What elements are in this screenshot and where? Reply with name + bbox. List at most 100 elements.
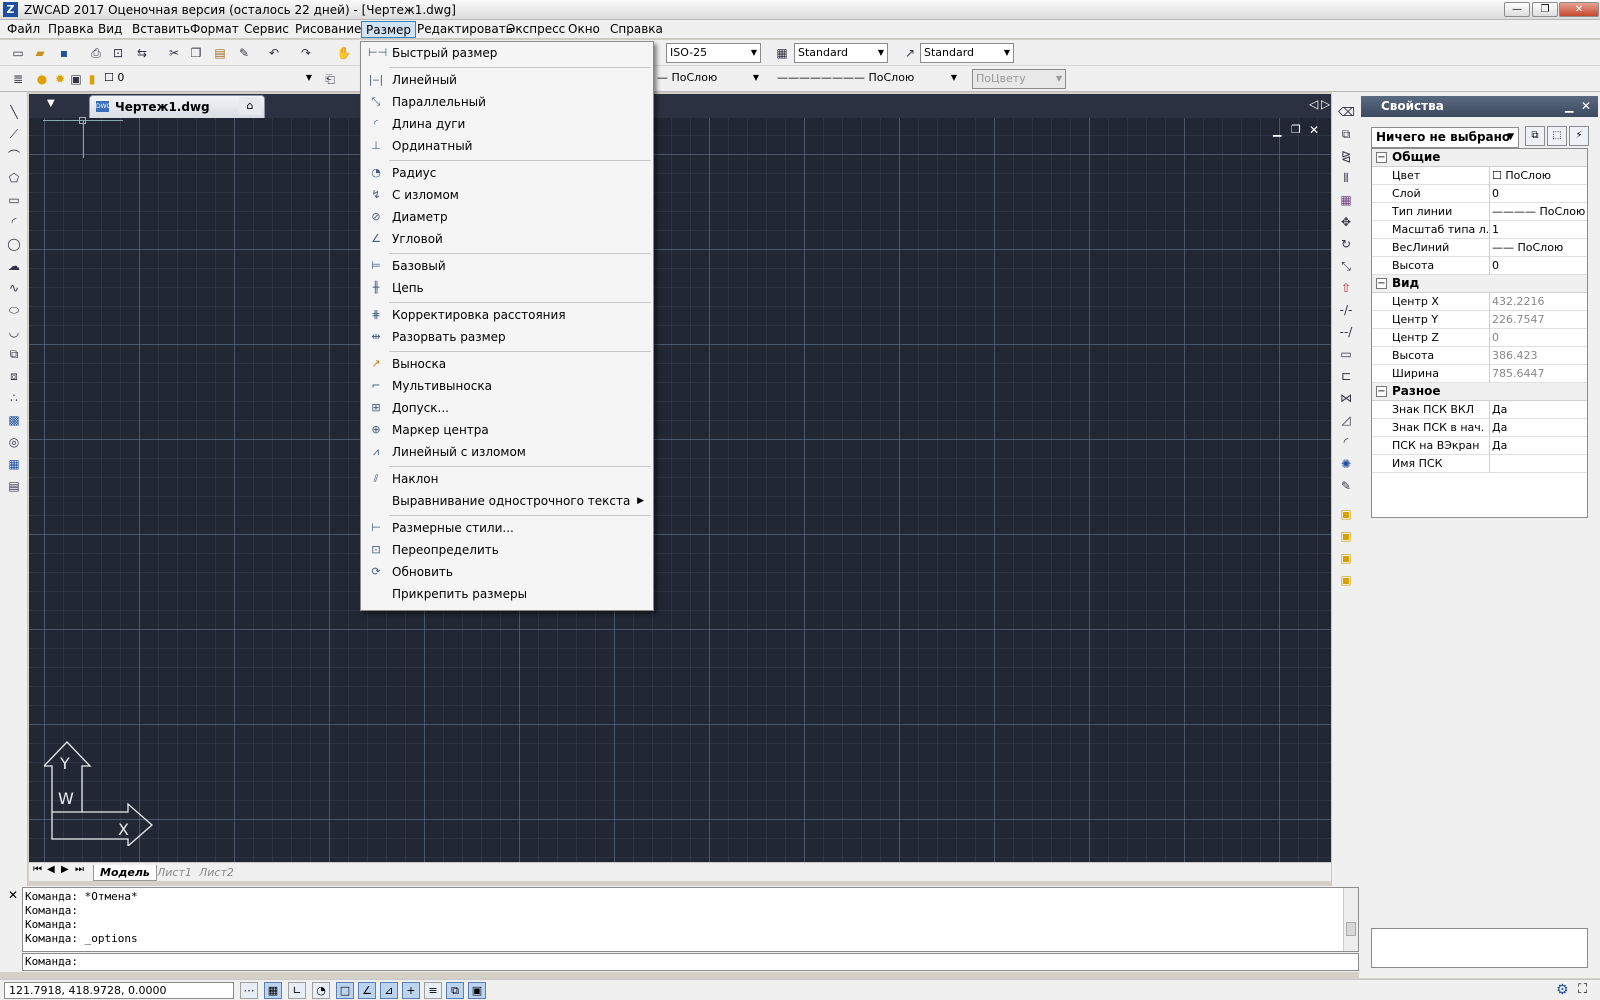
prop-value[interactable]: ☐ ПоСлою <box>1492 167 1587 185</box>
break-point-icon[interactable]: ▭ <box>1338 346 1354 362</box>
menu-item-arc-length[interactable]: ◜ Длина дуги <box>362 113 652 135</box>
app-icon[interactable]: Z <box>3 2 18 17</box>
lightbulb-icon[interactable]: ● <box>34 71 50 87</box>
join-icon[interactable]: ⋈ <box>1338 390 1354 406</box>
rectangle-icon[interactable]: ▭ <box>6 192 22 208</box>
menu-tools[interactable]: Сервис <box>240 21 293 38</box>
prop-value[interactable]: —— ПоСлою <box>1492 239 1587 257</box>
command-input[interactable]: Команда: <box>22 953 1359 971</box>
ellipse-arc-icon[interactable]: ◡ <box>6 324 22 340</box>
layer-manager-icon[interactable]: ≣ <box>10 71 26 87</box>
minimize-button[interactable]: — <box>1504 2 1530 17</box>
menu-item-mleader[interactable]: ⌐ Мультивыноска <box>362 375 652 397</box>
collapse-icon[interactable]: − <box>1376 278 1387 289</box>
table-icon[interactable]: ▦ <box>6 456 22 472</box>
menu-item-dimbreak[interactable]: ⇹ Разорвать размер <box>362 326 652 348</box>
menu-item-diameter[interactable]: ⊘ Диаметр <box>362 206 652 228</box>
draworder-under-icon[interactable]: ▣ <box>1338 572 1354 588</box>
menu-dimension[interactable]: Размер <box>361 21 417 38</box>
array-icon[interactable]: ▦ <box>1338 192 1354 208</box>
pan-icon[interactable]: ✋ <box>336 45 352 61</box>
fullscreen-icon[interactable]: ⛶ <box>1578 982 1587 997</box>
open-icon[interactable]: ▰ <box>32 45 48 61</box>
coordinates-readout[interactable]: 121.7918, 418.9728, 0.0000 <box>4 982 234 999</box>
polyline-icon[interactable]: ⌒ <box>6 148 22 164</box>
viewport-close-icon[interactable]: ✕ <box>1309 123 1319 137</box>
prop-row-thickness[interactable]: Высота 0 <box>1372 257 1587 275</box>
break-icon[interactable]: ⊏ <box>1338 368 1354 384</box>
prop-row-center-z[interactable]: Центр Z0 <box>1372 329 1587 347</box>
prop-value[interactable]: Да <box>1492 437 1587 455</box>
select-objects-icon[interactable]: ⬚ <box>1547 126 1567 146</box>
menu-item-dimspace[interactable]: ⋕ Корректировка расстояния <box>362 304 652 326</box>
menu-item-angular[interactable]: ∠ Угловой <box>362 228 652 250</box>
stretch-icon[interactable]: ⇧ <box>1338 280 1354 296</box>
pedit-icon[interactable]: ✎ <box>1338 478 1354 494</box>
tab-list-icon[interactable]: ▼ <box>47 98 55 109</box>
save-icon[interactable]: ▪ <box>56 45 72 61</box>
dyn-icon[interactable]: + <box>402 982 420 999</box>
qp-icon[interactable]: ▣ <box>468 982 486 999</box>
palette-close-icon[interactable]: ✕ <box>1581 99 1591 113</box>
gear-icon[interactable]: ⚙ <box>1556 982 1569 998</box>
dimstyle-combo[interactable]: ISO-25 ▼ <box>666 43 761 63</box>
move-icon[interactable]: ✥ <box>1338 214 1354 230</box>
toggle-pickadd-icon[interactable]: ⧉ <box>1525 126 1545 146</box>
menu-modify[interactable]: Редактировать <box>413 21 517 38</box>
menu-item-jogged[interactable]: ↯ С изломом <box>362 184 652 206</box>
menu-item-tolerance[interactable]: ⊞ Допуск... <box>362 397 652 419</box>
prop-row-ltscale[interactable]: Масштаб типа л... 1 <box>1372 221 1587 239</box>
restore-button[interactable]: ❐ <box>1532 2 1558 17</box>
draworder-above-icon[interactable]: ▣ <box>1338 550 1354 566</box>
grid-icon[interactable]: ▦ <box>264 982 282 999</box>
tpy-icon[interactable]: ⧉ <box>446 982 464 999</box>
viewport-minimize-icon[interactable]: ▁ <box>1273 124 1281 137</box>
prop-row-ucs-on[interactable]: Знак ПСК ВКЛ Да <box>1372 401 1587 419</box>
rotate-icon[interactable]: ↻ <box>1338 236 1354 252</box>
next-tab-icon[interactable]: ▶ <box>61 864 69 875</box>
menu-item-dimstyle[interactable]: ⊢ Размерные стили... <box>362 517 652 539</box>
menu-help[interactable]: Справка <box>606 21 667 38</box>
explode-icon[interactable]: ✺ <box>1338 456 1354 472</box>
first-tab-icon[interactable]: ⏮ <box>33 864 42 875</box>
trim-icon[interactable]: -/- <box>1338 302 1354 318</box>
match-prop-icon[interactable]: ✎ <box>236 45 252 61</box>
menu-item-update[interactable]: ⟳ Обновить <box>362 561 652 583</box>
scroll-left-icon[interactable]: ◁ <box>1309 97 1318 111</box>
menu-item-override[interactable]: ⊡ Переопределить <box>362 539 652 561</box>
prop-value[interactable]: Да <box>1492 401 1587 419</box>
make-current-icon[interactable]: ⎗ <box>322 71 338 87</box>
close-button[interactable]: ✕ <box>1559 2 1599 17</box>
publish-icon[interactable]: ⇆ <box>134 45 150 61</box>
arc-icon[interactable]: ◜ <box>6 214 22 230</box>
prop-value[interactable]: 0 <box>1492 185 1587 203</box>
insert-block-icon[interactable]: ⧉ <box>6 346 22 362</box>
undo-icon[interactable]: ↶ <box>266 45 282 61</box>
prop-row-center-x[interactable]: Центр X 432.2216 <box>1372 293 1587 311</box>
spline-icon[interactable]: ∿ <box>6 280 22 296</box>
menu-item-jogged-linear[interactable]: ⩘ Линейный с изломом <box>362 441 652 463</box>
menu-file[interactable]: Файл <box>3 21 44 38</box>
preview-icon[interactable]: ⊡ <box>110 45 126 61</box>
prop-row-ucs-origin[interactable]: Знак ПСК в нач. ... Да <box>1372 419 1587 437</box>
tab-model[interactable]: Модель <box>93 865 157 881</box>
prop-row-width[interactable]: Ширина 785.6447 <box>1372 365 1587 383</box>
prop-value[interactable] <box>1492 455 1587 473</box>
menu-item-baseline[interactable]: ⊨ Базовый <box>362 255 652 277</box>
drawing-canvas[interactable]: ▁ ❐ ✕ Y W X <box>29 117 1331 862</box>
copy-icon[interactable]: ❐ <box>188 45 204 61</box>
lweight-icon[interactable]: ≡ <box>424 982 442 999</box>
region-icon[interactable]: ◎ <box>6 434 22 450</box>
menu-item-leader[interactable]: ↗ Выноска <box>362 353 652 375</box>
tab-layout2[interactable]: Лист2 <box>193 865 240 881</box>
sun-icon[interactable]: ✹ <box>52 71 68 87</box>
category-misc[interactable]: − Разное <box>1372 383 1587 401</box>
menu-express[interactable]: Экспресс <box>503 21 569 38</box>
revcloud-icon[interactable]: ☁ <box>6 258 22 274</box>
collapse-icon[interactable]: − <box>1376 386 1387 397</box>
prop-row-layer[interactable]: Слой 0 <box>1372 185 1587 203</box>
polar-icon[interactable]: ◔ <box>312 982 330 999</box>
print-icon[interactable]: ⎙ <box>88 45 104 61</box>
close-icon[interactable]: ✕ <box>8 888 18 902</box>
menu-window[interactable]: Окно <box>564 21 604 38</box>
